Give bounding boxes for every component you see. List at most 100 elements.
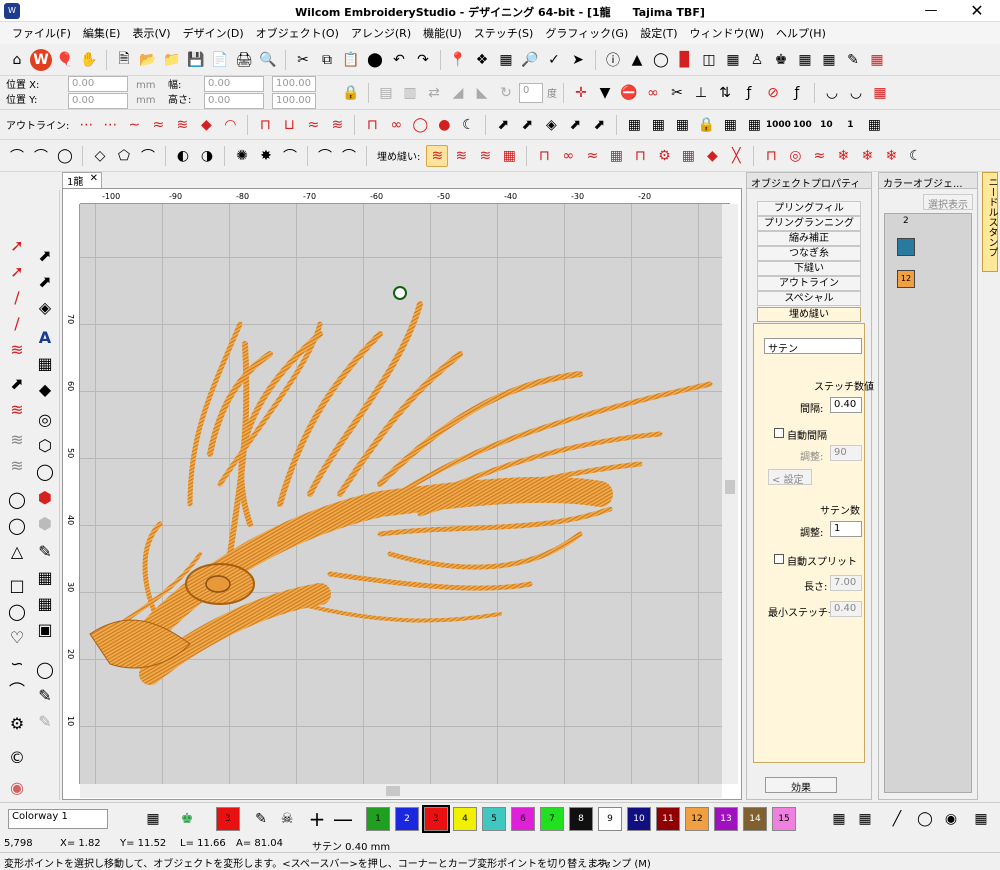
stitch-pattern-icon[interactable]: ▦ xyxy=(869,82,891,104)
spiral-icon[interactable]: ⌒ xyxy=(279,145,301,167)
arc-fill-icon[interactable]: ⊓ xyxy=(760,145,782,167)
palette-swatch[interactable]: 14 xyxy=(743,807,767,831)
node-path-icon[interactable]: ⌒ xyxy=(314,145,336,167)
motif-run-icon[interactable]: ≈ xyxy=(302,114,324,136)
shapes-tool-icon[interactable]: ♡ xyxy=(4,624,30,650)
menu-file[interactable]: ファイル(F) xyxy=(6,25,77,41)
ellipse-tool-icon[interactable]: ◯ xyxy=(4,598,30,624)
tab-special[interactable]: スペシャル xyxy=(757,291,861,306)
travel-end-icon[interactable]: ▦ xyxy=(863,114,885,136)
rotate-input[interactable]: 0 xyxy=(519,82,543,103)
color-grid-icon[interactable]: ▦ xyxy=(142,808,164,830)
no-color-icon[interactable]: ╱ xyxy=(886,808,908,830)
wilcom-icon[interactable]: W xyxy=(30,48,52,71)
height-percent-input[interactable]: 100.00 xyxy=(272,93,316,109)
paste-icon[interactable]: 📋 xyxy=(340,49,362,71)
merge-icon[interactable]: ◑ xyxy=(196,145,218,167)
thread-chart-icon[interactable]: ▦ xyxy=(828,808,850,830)
backstitch-icon[interactable]: ∼ xyxy=(123,114,145,136)
close-tab-icon[interactable]: ✕ xyxy=(90,173,98,184)
spool-tool-icon[interactable]: ◉ xyxy=(4,774,30,800)
tab-underlay[interactable]: 下縫い xyxy=(757,261,861,276)
info-icon[interactable]: ⓘ xyxy=(602,49,624,71)
zoom-icon[interactable]: 🔎 xyxy=(519,49,541,71)
stitch-tool-icon[interactable]: ≋ xyxy=(4,396,30,422)
tab-fill[interactable]: 埋め縫い xyxy=(757,307,861,322)
tie-icon[interactable]: ∞ xyxy=(642,82,664,104)
grid-fill-icon[interactable]: ▦ xyxy=(605,145,627,167)
function-icon[interactable]: ƒ xyxy=(738,82,760,104)
colorway-select[interactable]: Colorway 1 xyxy=(8,809,108,829)
crescent-icon[interactable]: ◠ xyxy=(219,114,241,136)
run-stitch-icon[interactable]: ⋯ xyxy=(75,114,97,136)
monogram-tool-icon[interactable]: ▦ xyxy=(32,350,58,376)
palette-swatch[interactable]: 2 xyxy=(395,807,419,831)
lettering-tool-icon[interactable]: A xyxy=(32,324,58,350)
menu-window[interactable]: ウィンドウ(W) xyxy=(684,25,770,41)
export-icon[interactable]: 📄 xyxy=(209,49,231,71)
gear-tool-icon[interactable]: ⚙ xyxy=(4,710,30,736)
menu-view[interactable]: 表示(V) xyxy=(126,25,176,41)
pen-tool-icon[interactable]: ✎ xyxy=(842,49,864,71)
height-input[interactable]: 0.00 xyxy=(204,93,264,109)
diamond-fill-icon[interactable]: ◆ xyxy=(701,145,723,167)
send-icon[interactable]: ➤ xyxy=(567,49,589,71)
applique-tool-icon[interactable]: ▦ xyxy=(32,590,58,616)
palette-swatch[interactable]: 5 xyxy=(482,807,506,831)
cut-icon[interactable]: ✂ xyxy=(292,49,314,71)
reshape-pointer-icon[interactable]: ⬈ xyxy=(32,268,58,294)
draw-oval-icon[interactable]: ◯ xyxy=(54,145,76,167)
save-icon[interactable]: 💾 xyxy=(185,49,207,71)
knife-icon[interactable]: ◈ xyxy=(540,114,562,136)
width-input[interactable]: 0.00 xyxy=(204,76,264,92)
anchor-icon[interactable]: ✛ xyxy=(570,82,592,104)
loop-fill-icon[interactable]: ∞ xyxy=(557,145,579,167)
dragon-embroidery[interactable] xyxy=(80,204,722,784)
close-button[interactable]: ✕ xyxy=(954,0,1000,22)
fabric-icon[interactable]: ▦ xyxy=(794,49,816,71)
stitch-player-icon[interactable]: ❖ xyxy=(471,49,493,71)
scallop-fill-icon[interactable]: ⊓ xyxy=(629,145,651,167)
target-tool-icon[interactable]: ◎ xyxy=(32,406,58,432)
menu-arrange[interactable]: アレンジ(R) xyxy=(345,25,417,41)
jump-icon[interactable]: ⊥ xyxy=(690,82,712,104)
effect-button[interactable]: 効果 xyxy=(765,777,837,794)
skew-icon[interactable]: ◢ xyxy=(447,82,469,104)
bead-icon[interactable]: ◆ xyxy=(195,114,217,136)
circle-fill-icon[interactable]: ◎ xyxy=(784,145,806,167)
travel2-icon[interactable]: ▦ xyxy=(647,114,669,136)
adjust-input[interactable]: 90 xyxy=(830,445,862,461)
bead2-icon[interactable]: ● xyxy=(433,114,455,136)
select-view-button[interactable]: 選択表示 xyxy=(923,194,973,211)
team-icon[interactable]: ♚ xyxy=(770,49,792,71)
auto-split-checkbox[interactable] xyxy=(774,554,784,564)
min-stitch-input[interactable]: 0.40 xyxy=(830,601,862,617)
paint-bucket-icon[interactable]: ☠ xyxy=(276,808,298,830)
home-icon[interactable]: ⌂ xyxy=(6,49,28,71)
align-icon[interactable]: ▤ xyxy=(375,82,397,104)
moon-fill-icon[interactable]: ☾ xyxy=(904,145,926,167)
zigzag-icon[interactable]: ≋ xyxy=(171,114,193,136)
color-wheel-icon[interactable]: ◉ xyxy=(940,808,962,830)
palette-swatch[interactable]: 13 xyxy=(714,807,738,831)
lock-proportions-icon[interactable]: 🔒 xyxy=(340,82,362,104)
rectangle-tool-icon[interactable]: □ xyxy=(4,572,30,598)
travel4-icon[interactable]: ▦ xyxy=(719,114,741,136)
people-icon[interactable]: ♙ xyxy=(746,49,768,71)
frame-tool-icon[interactable]: ▣ xyxy=(32,616,58,642)
mushroom-icon[interactable]: ▲ xyxy=(626,49,648,71)
spacing-input[interactable]: 0.40 xyxy=(830,397,862,413)
copyright-tool-icon[interactable]: © xyxy=(4,744,30,770)
palette-swatch[interactable]: 11 xyxy=(656,807,680,831)
fill-tool-icon[interactable]: ≋ xyxy=(4,426,30,452)
pin-icon[interactable]: 📍 xyxy=(447,49,469,71)
color-bars-icon[interactable]: ▉ xyxy=(674,49,696,71)
stamp-icon[interactable]: ▦ xyxy=(818,49,840,71)
travel-1000-button[interactable]: 1000 xyxy=(766,114,791,136)
gear-fill-icon[interactable]: ⚙ xyxy=(653,145,675,167)
split-icon[interactable]: ◐ xyxy=(172,145,194,167)
vertical-scrollbar[interactable] xyxy=(722,204,738,784)
eyedropper-icon[interactable]: ✎ xyxy=(250,808,272,830)
scroll-thumb[interactable] xyxy=(386,786,400,796)
flip-icon[interactable]: ⇄ xyxy=(423,82,445,104)
